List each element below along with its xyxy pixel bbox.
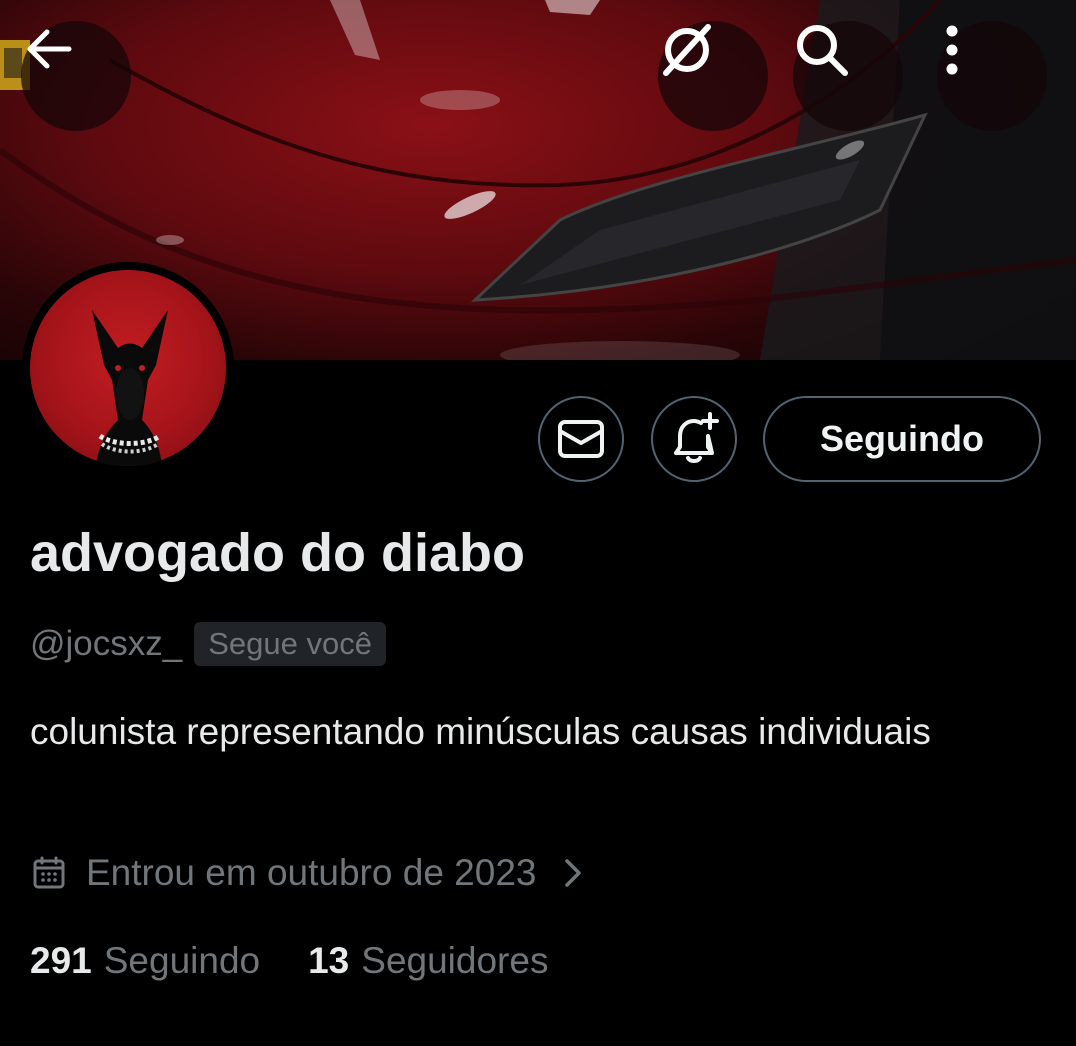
bell-plus-icon (674, 412, 719, 463)
avatar[interactable] (22, 262, 234, 474)
following-count: 291 (30, 940, 92, 981)
avatar-image (30, 270, 226, 466)
message-button[interactable] (538, 396, 624, 482)
envelope-icon (558, 420, 604, 458)
chevron-right-icon (564, 859, 581, 887)
user-handle: @jocsxz_ (30, 624, 183, 663)
profile-bio: colunista representando minúsculas causa… (30, 711, 931, 752)
handle-row: @jocsxz_ Segue você (30, 622, 386, 666)
followers-stat[interactable]: 13 Seguidores (308, 940, 548, 982)
more-options-button[interactable] (937, 21, 1047, 131)
more-vertical-icon (946, 25, 958, 75)
calendar-icon (33, 856, 65, 889)
following-stat[interactable]: 291 Seguindo (30, 940, 260, 982)
search-icon (797, 25, 848, 76)
grok-button[interactable] (658, 21, 768, 131)
back-button[interactable] (21, 21, 131, 131)
notifications-button[interactable] (651, 396, 737, 482)
follow-stats: 291 Seguindo 13 Seguidores (30, 940, 548, 982)
follows-you-badge: Segue você (194, 622, 386, 666)
following-button[interactable]: Seguindo (763, 396, 1041, 482)
joined-date: Entrou em outubro de 2023 (86, 852, 537, 893)
joined-date-row[interactable]: Entrou em outubro de 2023 (32, 852, 583, 894)
arrow-left-icon (27, 29, 72, 69)
grok-icon (663, 24, 711, 76)
following-label: Seguindo (103, 940, 261, 981)
search-button[interactable] (793, 21, 903, 131)
followers-count: 13 (308, 940, 350, 981)
display-name: advogado do diabo (30, 523, 525, 583)
followers-label: Seguidores (361, 940, 549, 981)
